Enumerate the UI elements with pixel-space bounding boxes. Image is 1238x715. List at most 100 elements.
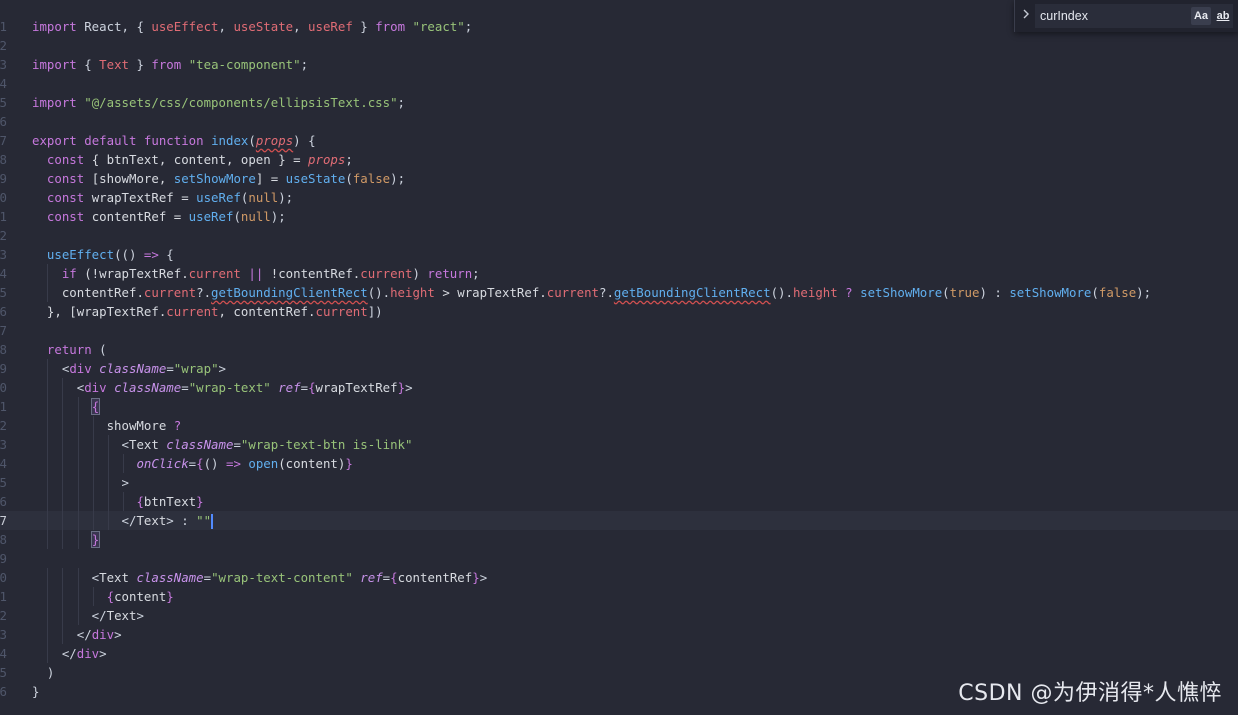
code-line[interactable]: 30 <Text className="wrap-text-content" r… — [0, 568, 1238, 587]
code-token: ) : — [979, 285, 1010, 300]
watermark: CSDN @为伊消得*人憔悴 — [958, 681, 1222, 706]
code-token: ); — [1136, 285, 1152, 300]
code-token: setShowMore — [173, 171, 256, 186]
code-token: ) — [32, 665, 55, 680]
code-token: ( — [942, 285, 950, 300]
code-token: ( — [345, 171, 353, 186]
code-line[interactable]: 8 const { btnText, content, open } = pro… — [0, 150, 1238, 169]
code-token: Text — [128, 437, 159, 452]
code-line[interactable]: 2 — [0, 36, 1238, 55]
code-line[interactable]: 3 import { Text } from "tea-component"; — [0, 55, 1238, 74]
code-token: false — [1098, 285, 1137, 300]
code-line[interactable]: 16 }, [wrapTextRef.current, contentRef.c… — [0, 302, 1238, 321]
code-editor[interactable]: 1 import React, { useEffect, useState, us… — [0, 0, 1238, 715]
code-line[interactable]: 29 — [0, 549, 1238, 568]
code-token: useRef — [196, 190, 241, 205]
line-number: 16 — [0, 304, 7, 319]
code-token: useState — [285, 171, 346, 186]
code-content: showMore ? — [32, 416, 182, 435]
code-token: from — [375, 19, 406, 34]
code-token: || — [248, 266, 264, 281]
code-token: { — [106, 589, 115, 604]
code-line[interactable]: 20 <div className="wrap-text" ref={wrapT… — [0, 378, 1238, 397]
code-line[interactable]: 5 import "@/assets/css/components/ellipsi… — [0, 93, 1238, 112]
code-line[interactable]: 21 { — [0, 397, 1238, 416]
code-line[interactable]: 10 const wrapTextRef = useRef(null); — [0, 188, 1238, 207]
match-whole-word-toggle[interactable]: ab — [1213, 7, 1233, 25]
code-content: import "@/assets/css/components/ellipsis… — [32, 93, 405, 112]
chevron-right-icon[interactable] — [1019, 7, 1033, 25]
code-token: [showMore, — [84, 171, 174, 186]
code-line[interactable]: 32 </Text> — [0, 606, 1238, 625]
find-input[interactable]: curIndex Aa ab — [1035, 4, 1233, 28]
match-case-toggle[interactable]: Aa — [1191, 7, 1211, 25]
line-number: 24 — [0, 456, 7, 471]
code-content: { — [32, 397, 101, 416]
code-line[interactable]: 26 {btnText} — [0, 492, 1238, 511]
code-line[interactable]: 22 showMore ? — [0, 416, 1238, 435]
code-token: } — [352, 19, 376, 34]
code-line[interactable]: 15 contentRef.current?.getBoundingClient… — [0, 283, 1238, 302]
code-token: (() — [114, 247, 144, 262]
code-line[interactable]: 14 if (!wrapTextRef.current || !contentR… — [0, 264, 1238, 283]
line-number: 3 — [0, 57, 7, 72]
code-line[interactable]: 27 </Text> : "" — [0, 511, 1238, 530]
code-token: { — [196, 456, 204, 471]
code-line[interactable]: 19 <div className="wrap"> — [0, 359, 1238, 378]
code-token: div — [91, 627, 115, 642]
line-number: 15 — [0, 285, 7, 300]
code-line[interactable]: 31 {content} — [0, 587, 1238, 606]
code-line[interactable]: 6 — [0, 112, 1238, 131]
code-token: const — [46, 171, 85, 186]
code-line[interactable]: 23 <Text className="wrap-text-btn is-lin… — [0, 435, 1238, 454]
line-number: 6 — [0, 114, 7, 129]
code-line[interactable]: 7 export default function index(props) { — [0, 131, 1238, 150]
code-line[interactable]: 4 — [0, 74, 1238, 93]
code-token: "@/assets/css/components/ellipsisText.cs… — [84, 95, 398, 110]
code-token: export — [32, 133, 77, 148]
code-line[interactable]: 9 const [showMore, setShowMore] = useSta… — [0, 169, 1238, 188]
code-token: < — [32, 570, 100, 585]
code-token: < — [32, 380, 85, 395]
code-token: default — [84, 133, 137, 148]
line-number: 30 — [0, 570, 7, 585]
line-number: 28 — [0, 532, 7, 547]
code-token: = — [233, 437, 241, 452]
code-line[interactable]: 28 } — [0, 530, 1238, 549]
code-line[interactable]: 24 onClick={() => open(content)} — [0, 454, 1238, 473]
code-token: const — [46, 152, 85, 167]
code-line[interactable]: 33 </div> — [0, 625, 1238, 644]
code-token: { — [136, 494, 144, 509]
line-number: 32 — [0, 608, 7, 623]
code-line[interactable]: 18 return ( — [0, 340, 1238, 359]
code-token: { — [308, 380, 316, 395]
code-token: ; — [345, 152, 353, 167]
code-token: div — [69, 361, 92, 376]
code-line[interactable]: 17 — [0, 321, 1238, 340]
code-line[interactable]: 11 const contentRef = useRef(null); — [0, 207, 1238, 226]
code-token: < — [32, 361, 70, 376]
code-lines[interactable]: 1 import React, { useEffect, useState, us… — [0, 17, 1238, 701]
code-line[interactable]: 25 > — [0, 473, 1238, 492]
line-number: 2 — [0, 38, 7, 53]
line-number: 9 — [0, 171, 7, 186]
code-content: const [showMore, setShowMore] = useState… — [32, 169, 405, 188]
code-token: import — [32, 57, 77, 72]
code-token: content — [114, 589, 167, 604]
code-token: ( — [248, 133, 256, 148]
line-number: 22 — [0, 418, 7, 433]
code-token: current — [188, 266, 241, 281]
code-line[interactable]: 34 </div> — [0, 644, 1238, 663]
code-line[interactable]: 12 — [0, 226, 1238, 245]
code-token: ?. — [598, 285, 614, 300]
code-content: </div> — [32, 644, 107, 663]
code-token: props — [308, 152, 346, 167]
code-token: }, [wrapTextRef. — [32, 304, 167, 319]
code-line[interactable]: 13 useEffect(() => { — [0, 245, 1238, 264]
code-token: ( — [233, 209, 241, 224]
